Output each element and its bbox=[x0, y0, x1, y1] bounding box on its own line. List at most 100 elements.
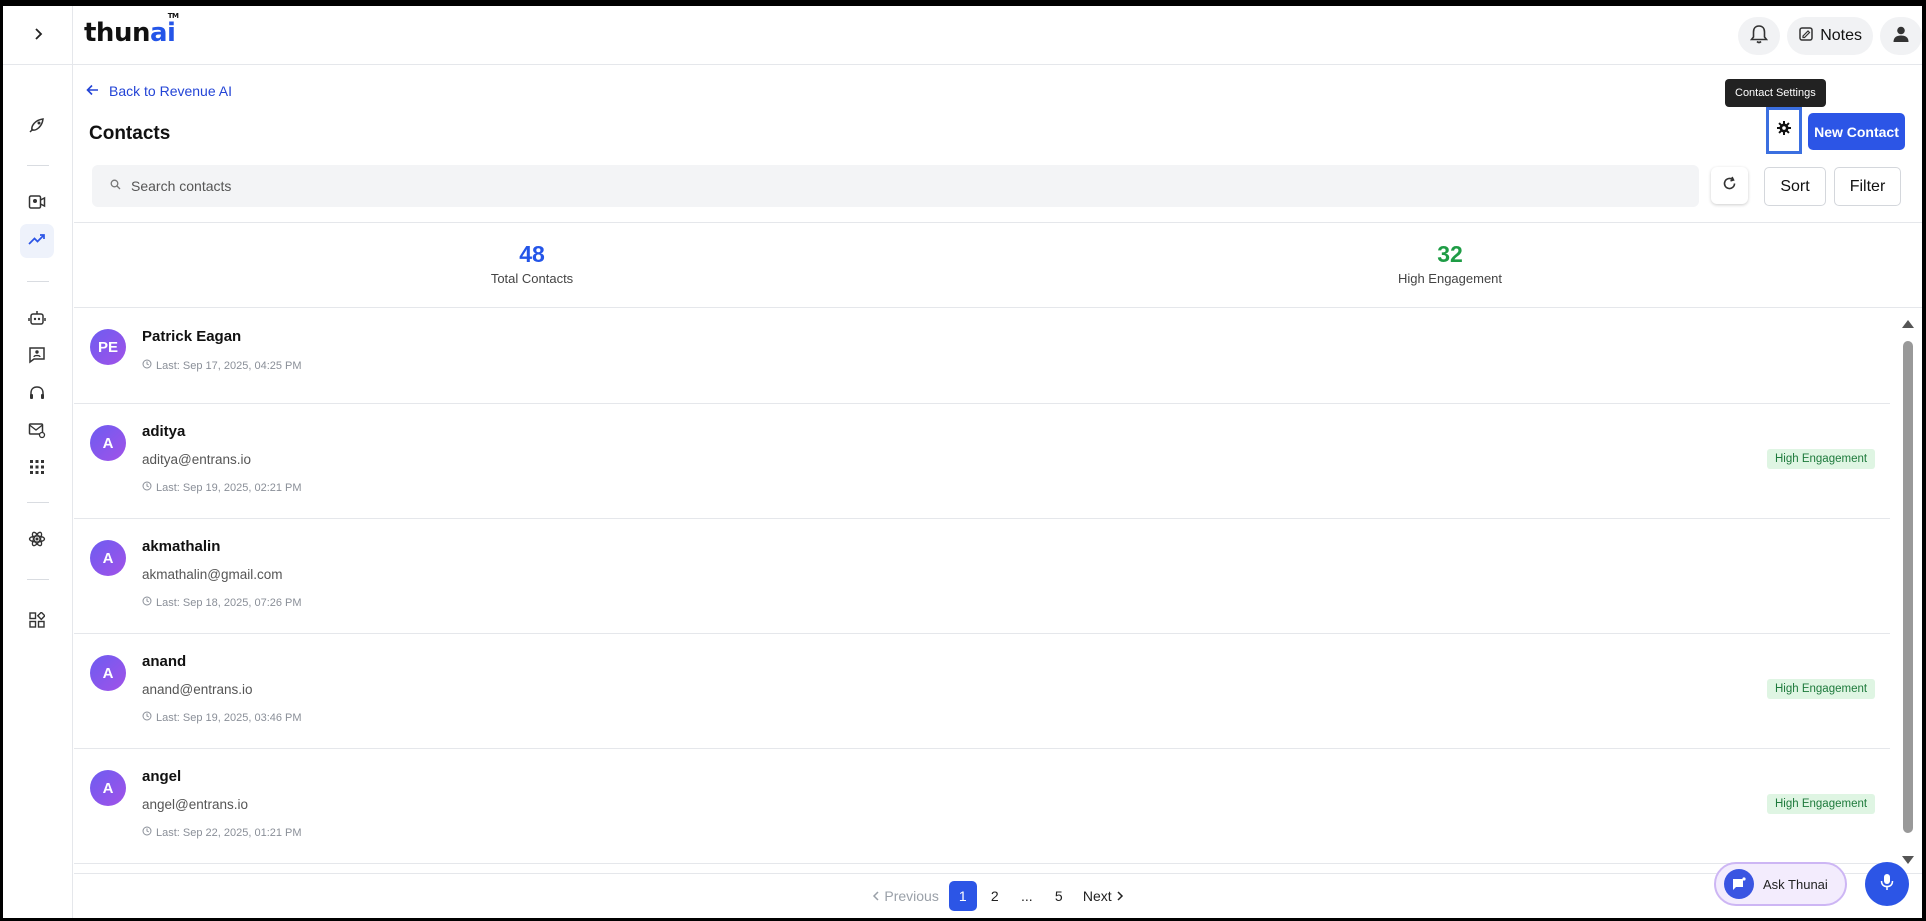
grid-icon bbox=[29, 459, 45, 480]
contact-row[interactable]: A angel angel@entrans.io Last: Sep 22, 2… bbox=[74, 750, 1890, 864]
clock-icon bbox=[142, 711, 152, 724]
sidebar-divider bbox=[27, 281, 49, 282]
contact-name[interactable]: anand bbox=[142, 653, 186, 670]
page-title: Contacts bbox=[89, 123, 171, 144]
contact-email: aditya@entrans.io bbox=[142, 452, 252, 467]
sidebar-item-email[interactable] bbox=[20, 415, 54, 449]
contact-row[interactable]: A akmathalin akmathalin@gmail.com Last: … bbox=[74, 520, 1890, 634]
contact-name[interactable]: Patrick Eagan bbox=[142, 328, 241, 345]
contact-last-activity: Last: Sep 19, 2025, 02:21 PM bbox=[142, 481, 302, 494]
contact-row[interactable]: A aditya aditya@entrans.io Last: Sep 19,… bbox=[74, 405, 1890, 519]
header-actions: Notes bbox=[1738, 17, 1922, 55]
engagement-badge: High Engagement bbox=[1767, 679, 1876, 699]
contact-settings-tooltip: Contact Settings bbox=[1725, 79, 1826, 107]
avatar: A bbox=[90, 425, 126, 461]
page-button[interactable]: 5 bbox=[1045, 881, 1073, 911]
back-link-label: Back to Revenue AI bbox=[109, 83, 232, 99]
contact-settings-button[interactable] bbox=[1766, 107, 1802, 154]
notes-button[interactable]: Notes bbox=[1787, 17, 1873, 55]
expand-sidebar-button[interactable] bbox=[3, 6, 73, 65]
sidebar-item-ai-models[interactable] bbox=[20, 524, 54, 558]
sidebar-item-widgets[interactable] bbox=[20, 605, 54, 639]
rocket-icon bbox=[28, 116, 46, 139]
sidebar-item-chat[interactable] bbox=[20, 340, 54, 374]
sort-button[interactable]: Sort bbox=[1764, 167, 1826, 206]
arrow-left-icon bbox=[86, 83, 99, 99]
contact-name[interactable]: angel bbox=[142, 768, 181, 785]
bell-icon bbox=[1750, 24, 1769, 49]
trending-up-icon bbox=[28, 232, 46, 251]
profile-button[interactable] bbox=[1880, 17, 1922, 55]
sidebar-divider bbox=[27, 502, 49, 503]
scroll-up-arrow-icon[interactable] bbox=[1902, 315, 1914, 333]
logo[interactable]: thunai TM bbox=[84, 12, 179, 48]
contact-email: anand@entrans.io bbox=[142, 682, 253, 697]
sidebar-item-apps[interactable] bbox=[20, 452, 54, 486]
chevron-right-icon bbox=[1116, 888, 1124, 904]
contact-row[interactable]: A anand anand@entrans.io Last: Sep 19, 2… bbox=[74, 635, 1890, 749]
widgets-icon bbox=[29, 610, 46, 633]
avatar: A bbox=[90, 770, 126, 806]
contact-list: PE Patrick Eagan Last: Sep 17, 2025, 04:… bbox=[74, 309, 1890, 869]
page-button[interactable]: 1 bbox=[948, 881, 977, 911]
avatar: A bbox=[90, 655, 126, 691]
contact-last-activity: Last: Sep 22, 2025, 01:21 PM bbox=[142, 826, 302, 839]
search-input[interactable] bbox=[131, 178, 1631, 194]
ask-thunai-button[interactable]: Ask Thunai bbox=[1714, 862, 1847, 906]
stat-high-engagement: 32 High Engagement bbox=[1300, 241, 1600, 286]
stat-value: 48 bbox=[519, 241, 545, 267]
notifications-button[interactable] bbox=[1738, 17, 1781, 55]
avatar: A bbox=[90, 540, 126, 576]
scrollbar[interactable] bbox=[1900, 315, 1916, 864]
stat-label: Total Contacts bbox=[490, 271, 574, 286]
chevron-right-icon bbox=[33, 27, 43, 45]
contact-row[interactable]: PE Patrick Eagan Last: Sep 17, 2025, 04:… bbox=[74, 309, 1890, 404]
sidebar-item-agents[interactable] bbox=[20, 303, 54, 337]
sidebar-item-support[interactable] bbox=[20, 378, 54, 412]
sidebar bbox=[3, 65, 73, 918]
sidebar-divider bbox=[27, 579, 49, 580]
ask-thunai-label: Ask Thunai bbox=[1763, 876, 1828, 892]
voice-button[interactable] bbox=[1865, 862, 1909, 906]
engagement-badge: High Engagement bbox=[1767, 449, 1876, 469]
video-contact-icon bbox=[28, 194, 46, 215]
contact-last-activity: Last: Sep 19, 2025, 03:46 PM bbox=[142, 711, 302, 724]
clock-icon bbox=[142, 359, 152, 372]
stat-total-contacts: 48 Total Contacts bbox=[382, 241, 682, 286]
notes-label: Notes bbox=[1820, 27, 1862, 44]
search-bar bbox=[92, 165, 1699, 207]
avatar: PE bbox=[90, 329, 126, 365]
contact-name[interactable]: akmathalin bbox=[142, 538, 220, 555]
app-window: thunai TM Notes Back to Revenue AI Conta… bbox=[3, 6, 1922, 918]
contact-last-activity: Last: Sep 18, 2025, 07:26 PM bbox=[142, 596, 302, 609]
headset-icon bbox=[28, 384, 46, 407]
chat-sparkle-icon bbox=[1724, 869, 1754, 899]
pagination: Previous 1 2 ... 5 Next bbox=[74, 873, 1922, 918]
filter-button[interactable]: Filter bbox=[1834, 167, 1901, 206]
clock-icon bbox=[142, 596, 152, 609]
previous-page-button[interactable]: Previous bbox=[866, 881, 944, 911]
contact-name[interactable]: aditya bbox=[142, 423, 185, 440]
scroll-down-arrow-icon[interactable] bbox=[1902, 851, 1914, 869]
contact-email: angel@entrans.io bbox=[142, 797, 249, 812]
notes-icon bbox=[1798, 26, 1814, 47]
user-icon bbox=[1892, 25, 1910, 48]
stats-panel: 48 Total Contacts 32 High Engagement bbox=[74, 222, 1922, 308]
sidebar-item-launch[interactable] bbox=[20, 110, 54, 144]
clock-icon bbox=[142, 826, 152, 839]
new-contact-button[interactable]: New Contact bbox=[1808, 113, 1905, 150]
page-button[interactable]: 2 bbox=[981, 881, 1009, 911]
next-page-button[interactable]: Next bbox=[1077, 881, 1130, 911]
refresh-button[interactable] bbox=[1711, 167, 1748, 204]
mail-settings-icon bbox=[28, 421, 46, 444]
sidebar-item-meetings[interactable] bbox=[20, 187, 54, 221]
chevron-left-icon bbox=[872, 888, 880, 904]
stat-value: 32 bbox=[1437, 241, 1463, 267]
contact-email: akmathalin@gmail.com bbox=[142, 567, 283, 582]
back-to-revenue-ai-link[interactable]: Back to Revenue AI bbox=[86, 83, 232, 99]
scroll-thumb[interactable] bbox=[1903, 341, 1913, 833]
atom-icon bbox=[28, 530, 46, 553]
robot-icon bbox=[28, 309, 46, 332]
microphone-icon bbox=[1880, 873, 1894, 896]
sidebar-item-revenue-ai[interactable] bbox=[20, 224, 54, 258]
